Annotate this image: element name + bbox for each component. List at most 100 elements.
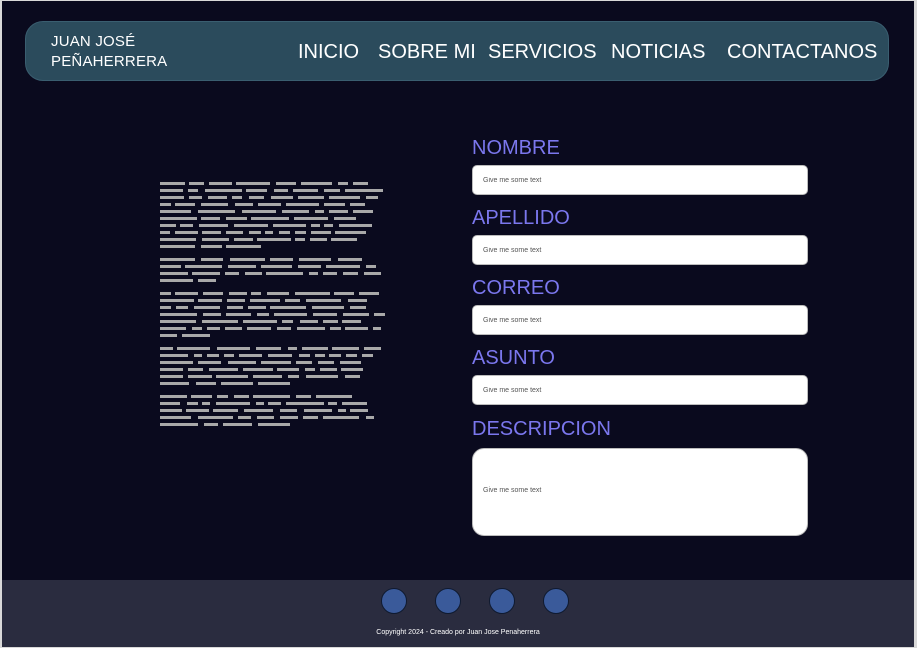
placeholder-word — [216, 375, 248, 378]
placeholder-line — [160, 271, 392, 278]
placeholder-word — [225, 327, 242, 330]
placeholder-word — [274, 313, 307, 316]
placeholder-word — [191, 395, 212, 398]
correo-input[interactable] — [472, 305, 808, 335]
placeholder-word — [160, 375, 183, 378]
nombre-label: NOMBRE — [472, 137, 560, 159]
placeholder-line — [160, 367, 392, 374]
placeholder-line — [160, 381, 392, 388]
placeholder-word — [359, 292, 379, 295]
placeholder-word — [194, 306, 220, 309]
placeholder-word — [238, 416, 251, 419]
placeholder-word — [160, 347, 173, 350]
placeholder-word — [160, 245, 195, 248]
placeholder-word — [257, 313, 269, 316]
placeholder-word — [366, 265, 376, 268]
placeholder-word — [226, 245, 261, 248]
placeholder-word — [234, 224, 268, 227]
descripcion-textarea[interactable] — [472, 448, 808, 536]
placeholder-word — [346, 354, 357, 357]
placeholder-word — [306, 299, 341, 302]
nombre-input[interactable] — [472, 165, 808, 195]
placeholder-word — [364, 272, 381, 275]
placeholder-word — [343, 272, 358, 275]
placeholder-word — [342, 402, 367, 405]
placeholder-word — [234, 395, 249, 398]
placeholder-word — [236, 182, 270, 185]
placeholder-word — [160, 217, 197, 220]
placeholder-line — [160, 216, 392, 223]
placeholder-word — [232, 196, 242, 199]
nav-inicio[interactable]: INICIO — [298, 40, 359, 64]
placeholder-text-block — [160, 181, 392, 435]
placeholder-word — [160, 334, 177, 337]
placeholder-line — [160, 195, 392, 202]
placeholder-word — [160, 361, 193, 364]
placeholder-word — [338, 258, 362, 261]
placeholder-line — [160, 360, 392, 367]
placeholder-word — [331, 238, 357, 241]
social-icon-1[interactable] — [381, 588, 407, 614]
placeholder-word — [345, 327, 368, 330]
placeholder-word — [228, 265, 256, 268]
placeholder-line — [160, 209, 392, 216]
placeholder-word — [187, 402, 198, 405]
placeholder-word — [279, 231, 290, 234]
placeholder-word — [160, 203, 171, 206]
social-icon-2[interactable] — [435, 588, 461, 614]
placeholder-word — [160, 382, 189, 385]
nav-noticias[interactable]: NOTICIAS — [611, 40, 705, 64]
placeholder-word — [350, 306, 366, 309]
placeholder-word — [334, 292, 354, 295]
placeholder-line — [160, 278, 392, 285]
placeholder-word — [366, 416, 374, 419]
placeholder-line — [160, 326, 392, 333]
placeholder-line — [160, 223, 392, 230]
placeholder-word — [160, 279, 193, 282]
placeholder-word — [268, 354, 292, 357]
placeholder-word — [374, 313, 385, 316]
placeholder-word — [188, 189, 198, 192]
placeholder-word — [192, 327, 202, 330]
nav-contactanos[interactable]: CONTACTANOS — [727, 40, 877, 64]
placeholder-word — [296, 361, 312, 364]
placeholder-word — [160, 238, 196, 241]
placeholder-word — [203, 313, 221, 316]
placeholder-word — [304, 409, 332, 412]
placeholder-word — [326, 265, 360, 268]
nav-servicios[interactable]: SERVICIOS — [488, 40, 597, 64]
placeholder-word — [188, 368, 203, 371]
placeholder-word — [362, 354, 373, 357]
placeholder-word — [244, 409, 273, 412]
placeholder-word — [348, 299, 367, 302]
placeholder-word — [223, 423, 252, 426]
placeholder-word — [296, 395, 311, 398]
placeholder-word — [251, 292, 261, 295]
placeholder-word — [320, 368, 337, 371]
placeholder-word — [373, 327, 381, 330]
nav-sobre-mi[interactable]: SOBRE MI — [378, 40, 476, 64]
header-bar: JUAN JOSÉ PEÑAHERRERA INICIO SOBRE MI SE… — [25, 21, 889, 81]
placeholder-word — [342, 320, 361, 323]
placeholder-word — [249, 196, 264, 199]
placeholder-word — [306, 375, 338, 378]
placeholder-word — [194, 354, 202, 357]
placeholder-word — [258, 382, 290, 385]
placeholder-word — [335, 231, 366, 234]
placeholder-word — [175, 203, 195, 206]
social-icon-4[interactable] — [543, 588, 569, 614]
placeholder-word — [271, 196, 293, 199]
placeholder-word — [270, 258, 293, 261]
placeholder-word — [324, 189, 340, 192]
placeholder-word — [182, 334, 210, 337]
placeholder-word — [229, 292, 247, 295]
social-icon-3[interactable] — [489, 588, 515, 614]
placeholder-word — [295, 231, 306, 234]
placeholder-word — [175, 231, 198, 234]
placeholder-word — [227, 299, 245, 302]
placeholder-word — [316, 395, 352, 398]
apellido-input[interactable] — [472, 235, 808, 265]
placeholder-word — [266, 272, 303, 275]
asunto-input[interactable] — [472, 375, 808, 405]
placeholder-word — [323, 272, 337, 275]
